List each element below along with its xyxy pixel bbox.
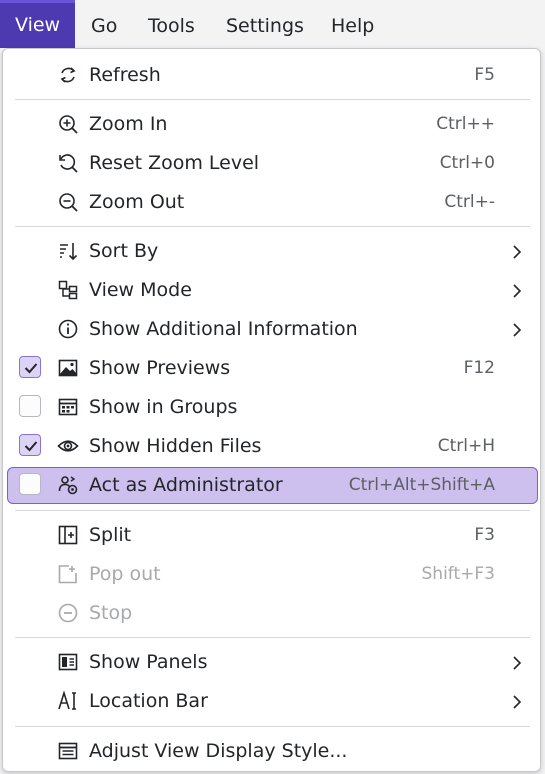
show-in-groups-checkbox[interactable]	[19, 395, 41, 417]
menu-item-shortcut: Shift+F3	[421, 564, 495, 584]
menu-item-refresh[interactable]: Refresh F5	[7, 57, 538, 94]
menu-item-label: Stop	[89, 602, 133, 624]
menu-separator	[15, 99, 530, 100]
chevron-right-icon	[513, 656, 522, 670]
reset-zoom-icon	[59, 154, 78, 173]
menu-item-label: Zoom Out	[89, 191, 185, 213]
checkmark-icon	[24, 363, 38, 374]
panels-icon	[58, 653, 78, 671]
menu-item-sort-by[interactable]: Sort By	[7, 233, 538, 270]
chevron-right-icon	[513, 323, 522, 337]
menu-item-zoom-in[interactable]: Zoom In Ctrl++	[7, 106, 538, 143]
display-style-icon	[58, 742, 78, 760]
menu-separator	[15, 226, 530, 227]
menu-item-shortcut: Ctrl++	[436, 114, 495, 134]
menu-item-show-previews[interactable]: Show Previews F12	[7, 350, 538, 387]
menu-item-act-as-administrator[interactable]: Act as Administrator Ctrl+Alt+Shift+A	[7, 467, 538, 504]
menu-item-location-bar[interactable]: Location Bar	[7, 683, 538, 720]
menu-item-adjust-view-display-style[interactable]: Adjust View Display Style...	[7, 733, 538, 770]
menu-item-shortcut: F12	[463, 358, 495, 378]
admin-icon	[58, 476, 78, 495]
menu-item-show-panels[interactable]: Show Panels	[7, 644, 538, 681]
eye-icon	[57, 440, 79, 452]
menu-item-label: Show in Groups	[89, 396, 238, 418]
act-as-administrator-checkbox[interactable]	[19, 473, 41, 495]
zoom-out-icon	[59, 193, 78, 212]
menu-item-label: Refresh	[89, 64, 161, 86]
menu-separator	[15, 510, 530, 511]
zoom-in-icon	[59, 115, 78, 134]
menu-separator	[15, 637, 530, 638]
show-hidden-files-checkbox[interactable]	[19, 434, 41, 456]
view-mode-icon	[58, 280, 78, 300]
view-menu: Refresh F5 Zoom In Ctrl++ Reset Zoom Lev…	[2, 48, 541, 772]
pop-out-icon	[58, 565, 77, 584]
menu-item-shortcut: Ctrl+Alt+Shift+A	[348, 475, 495, 495]
location-bar-icon	[58, 690, 76, 710]
menu-item-shortcut: F5	[474, 65, 495, 85]
show-previews-checkbox[interactable]	[19, 356, 41, 378]
menu-item-label: Pop out	[89, 563, 161, 585]
sort-icon	[60, 243, 78, 261]
menu-item-pop-out: Pop out Shift+F3	[7, 556, 538, 593]
menu-item-shortcut: Ctrl+-	[444, 192, 495, 212]
groups-icon	[58, 398, 78, 416]
menu-item-show-in-groups[interactable]: Show in Groups	[7, 389, 538, 426]
menu-item-label: Reset Zoom Level	[89, 152, 260, 174]
menu-item-label: Show Previews	[89, 357, 231, 379]
menu-item-stop: Stop	[7, 595, 538, 632]
chevron-right-icon	[513, 245, 522, 259]
chevron-right-icon	[513, 695, 522, 709]
menu-item-label: Split	[89, 524, 132, 546]
menu-item-split[interactable]: Split F3	[7, 517, 538, 554]
menu-item-zoom-out[interactable]: Zoom Out Ctrl+-	[7, 184, 538, 221]
menu-item-label: Sort By	[89, 240, 159, 262]
menu-item-shortcut: F3	[474, 525, 495, 545]
split-icon	[58, 525, 78, 545]
menu-item-label: Show Panels	[89, 651, 208, 673]
menubar-tools[interactable]: Tools	[133, 2, 210, 46]
menu-item-view-mode[interactable]: View Mode	[7, 272, 538, 309]
menu-item-label: Show Hidden Files	[89, 435, 262, 457]
menubar-settings[interactable]: Settings	[211, 2, 319, 46]
menu-item-label: View Mode	[89, 279, 192, 301]
chevron-right-icon	[513, 284, 522, 298]
image-icon	[58, 359, 78, 377]
menubar-help[interactable]: Help	[316, 2, 389, 46]
menu-item-label: Location Bar	[89, 690, 208, 712]
refresh-icon	[60, 67, 76, 83]
menubar-view[interactable]: View	[0, 0, 76, 48]
menu-item-label: Act as Administrator	[89, 474, 283, 496]
menu-separator	[15, 726, 530, 727]
menu-bar: View Go Tools Settings Help	[0, 0, 545, 48]
menu-item-shortcut: Ctrl+H	[437, 436, 495, 456]
stop-icon	[58, 603, 78, 623]
menu-item-label: Show Additional Information	[89, 318, 358, 340]
menubar-go[interactable]: Go	[76, 2, 132, 46]
menu-item-reset-zoom[interactable]: Reset Zoom Level Ctrl+0	[7, 145, 538, 182]
menu-item-show-hidden-files[interactable]: Show Hidden Files Ctrl+H	[7, 428, 538, 465]
menu-item-label: Adjust View Display Style...	[89, 740, 348, 762]
menu-item-label: Zoom In	[89, 113, 168, 135]
menu-item-shortcut: Ctrl+0	[439, 153, 495, 173]
info-icon	[58, 319, 78, 339]
checkmark-icon	[24, 441, 38, 452]
menu-item-additional-info[interactable]: Show Additional Information	[7, 311, 538, 348]
